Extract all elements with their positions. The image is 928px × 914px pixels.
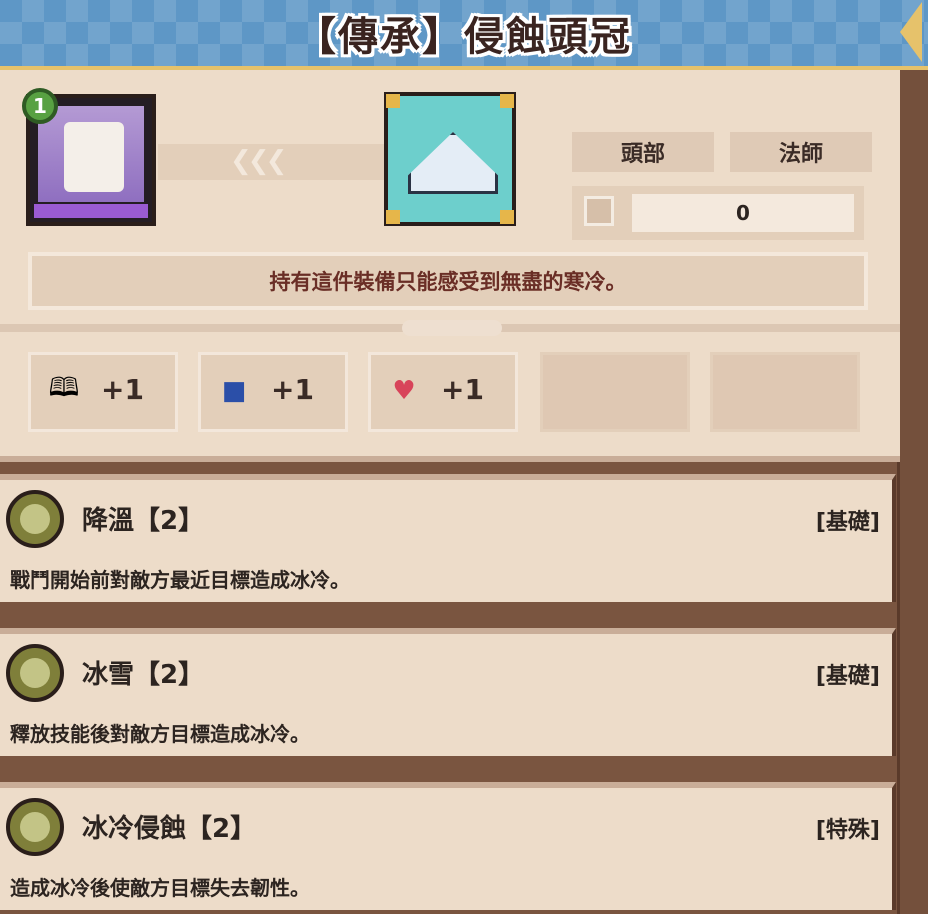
skill-description: 戰鬥開始前對敵方最近目標造成冰冷。 (10, 568, 350, 592)
window-frame (897, 0, 928, 914)
grid-icon (584, 196, 614, 226)
equipment-info-panel: 1 ❮❮❮ 頭部 法師 0 持有這件裝備只能感受到無盡的寒冷。 🕮 +1 ■ +… (0, 70, 900, 462)
slot-type-tag: 頭部 (572, 132, 714, 172)
page-title: 【傳承】侵蝕頭冠 (296, 14, 632, 60)
chevron-left-icon: ❮❮❮ (230, 146, 287, 176)
stat-value: +1 (271, 373, 314, 406)
class-tag: 法師 (730, 132, 872, 172)
stat-slot-empty (540, 352, 690, 432)
transfer-arrow: ❮❮❮ (158, 144, 386, 180)
skill-description: 釋放技能後對敵方目標造成冰冷。 (10, 722, 310, 746)
portrait-background (38, 106, 144, 202)
stat-value: +1 (441, 373, 484, 406)
stat-slot-heart[interactable]: ♥ +1 (368, 352, 518, 432)
stat-slot-book[interactable]: 🕮 +1 (28, 352, 178, 432)
divider-ornament (402, 320, 502, 336)
skill-description: 造成冰冷後使敵方目標失去韌性。 (10, 876, 310, 900)
skill-emblem-icon (6, 490, 64, 548)
character-avatar (64, 122, 124, 192)
slot-corner-ornament (386, 210, 400, 224)
skill-emblem-icon (6, 644, 64, 702)
skill-name: 降溫【2】 (82, 506, 205, 536)
skill-type: [基礎] (815, 510, 880, 535)
equipment-description: 持有這件裝備只能感受到無盡的寒冷。 (28, 252, 868, 310)
slot-corner-ornament (386, 94, 400, 108)
heart-icon: ♥ (392, 376, 416, 406)
stat-slot-empty (710, 352, 860, 432)
boot-icon: ■ (221, 376, 247, 406)
skill-type: [特殊] (815, 818, 880, 843)
portrait-rarity-bar (34, 204, 148, 218)
book-icon: 🕮 (48, 373, 80, 403)
skill-card[interactable]: 降溫【2】 [基礎] 戰鬥開始前對敵方最近目標造成冰冷。 (0, 474, 896, 602)
title-banner: 【傳承】侵蝕頭冠 (0, 0, 928, 70)
skill-card[interactable]: 冰冷侵蝕【2】 [特殊] 造成冰冷後使敵方目標失去韌性。 (0, 782, 896, 910)
slot-corner-ornament (500, 210, 514, 224)
level-badge: 1 (22, 88, 58, 124)
count-value: 0 (632, 194, 854, 232)
skill-name: 冰雪【2】 (82, 660, 205, 690)
skill-type: [基礎] (815, 664, 880, 689)
crown-icon (408, 132, 498, 194)
skill-name: 冰冷侵蝕【2】 (82, 814, 257, 844)
stat-slot-boot[interactable]: ■ +1 (198, 352, 348, 432)
stat-value: +1 (101, 373, 144, 406)
slot-corner-ornament (500, 94, 514, 108)
skill-card[interactable]: 冰雪【2】 [基礎] 釋放技能後對敵方目標造成冰冷。 (0, 628, 896, 756)
equipment-slot[interactable] (384, 92, 516, 226)
skill-emblem-icon (6, 798, 64, 856)
count-box: 0 (572, 186, 864, 240)
